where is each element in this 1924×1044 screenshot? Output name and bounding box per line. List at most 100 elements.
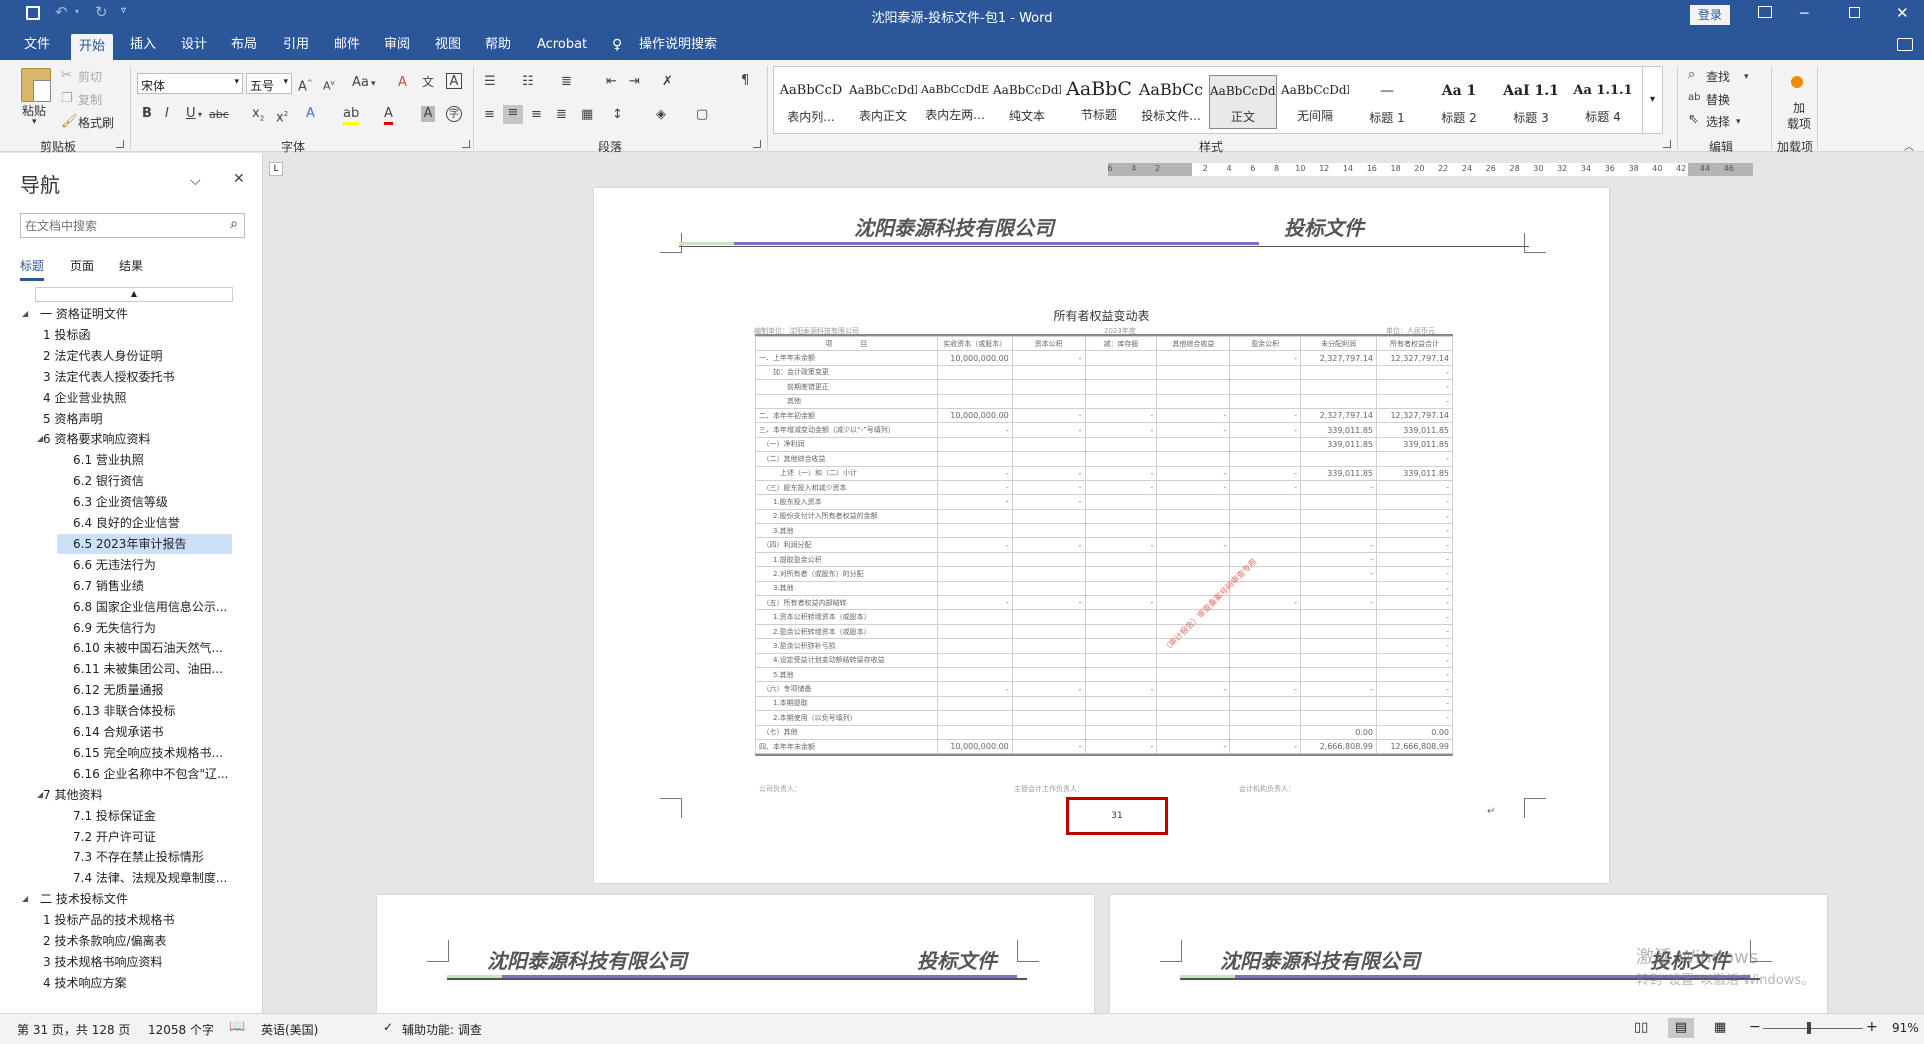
horizontal-ruler[interactable]: 6 4 2 2 4 6 8 10 12 14 16 18 20 22 24 26 28 30 32 34 36 38 40 4…: [1107, 163, 1753, 176]
phonetic-guide-icon[interactable]: 文: [422, 74, 434, 90]
chevron-down-icon[interactable]: ▾: [198, 107, 202, 123]
increase-indent-icon[interactable]: ⇥: [629, 74, 640, 90]
tab-acrobat[interactable]: Acrobat: [537, 36, 587, 60]
chevron-down-icon[interactable]: ⌵: [190, 173, 201, 189]
chevron-down-icon[interactable]: ▾: [1736, 114, 1741, 130]
replace-button[interactable]: 替换: [1706, 91, 1730, 108]
borders-icon[interactable]: ▢: [696, 107, 708, 123]
tab-design[interactable]: 设计: [181, 36, 207, 60]
multilevel-list-icon[interactable]: ≣: [561, 74, 572, 90]
collapse-triangle-icon[interactable]: ◢: [22, 304, 28, 324]
bold-icon[interactable]: B: [142, 106, 152, 122]
character-border-icon[interactable]: A: [446, 73, 462, 89]
tab-references[interactable]: 引用: [283, 36, 309, 60]
tell-me-search[interactable]: 操作说明搜索: [639, 36, 717, 60]
style-item[interactable]: AaBbCcDdI 纯文本: [993, 75, 1061, 129]
strikethrough-icon[interactable]: abc: [209, 107, 229, 123]
style-item[interactable]: AaBbCc 投标文件...: [1137, 75, 1205, 129]
style-item[interactable]: AaBbCcDdI 表内正文: [849, 75, 917, 129]
tab-selector[interactable]: L: [269, 162, 283, 176]
tab-home[interactable]: 开始: [71, 34, 114, 60]
format-painter-button[interactable]: 格式刷: [78, 114, 114, 131]
style-item[interactable]: Aa 1.1.1 标题 4: [1569, 75, 1637, 129]
shading-icon[interactable]: ◈: [656, 107, 666, 123]
underline-icon[interactable]: U: [186, 106, 196, 122]
tab-review[interactable]: 审阅: [384, 36, 410, 60]
align-center-icon[interactable]: ≡: [503, 105, 523, 124]
paste-dropdown-icon[interactable]: ▾: [32, 117, 37, 127]
paragraph-launcher-icon[interactable]: [753, 140, 761, 148]
tab-insert[interactable]: 插入: [130, 36, 156, 60]
accessibility-status[interactable]: 辅助功能: 调查: [402, 1021, 482, 1038]
nav-heading-item[interactable]: 6.5 2023年审计报告: [57, 533, 232, 554]
style-item[interactable]: AaI 1.1 标题 3: [1497, 75, 1565, 129]
font-launcher-icon[interactable]: [462, 140, 470, 148]
zoom-slider[interactable]: [1763, 1022, 1863, 1034]
nav-scroll-up[interactable]: ▲: [35, 287, 233, 302]
cut-button[interactable]: 剪切: [78, 68, 102, 85]
tab-help[interactable]: 帮助: [485, 36, 511, 60]
tab-mailings[interactable]: 邮件: [334, 36, 360, 60]
language[interactable]: 英语(美国): [261, 1021, 318, 1038]
styles-launcher-icon[interactable]: [1663, 140, 1671, 148]
close-icon[interactable]: ✕: [1896, 4, 1909, 22]
nav-search-input[interactable]: [25, 217, 210, 234]
distributed-icon[interactable]: ▦: [581, 107, 593, 123]
show-marks-icon[interactable]: ¶: [741, 73, 749, 89]
addins-button[interactable]: 加 载项: [1787, 100, 1811, 132]
subscript-icon[interactable]: x2: [252, 106, 264, 127]
nav-search-box[interactable]: ⌕: [20, 213, 245, 238]
copy-button[interactable]: 复制: [78, 91, 102, 108]
tab-headings[interactable]: 标题: [20, 257, 45, 281]
web-layout-icon[interactable]: ▦: [1714, 1020, 1726, 1035]
styles-scroll-icon[interactable]: ▾: [1642, 67, 1662, 133]
enclose-characters-icon[interactable]: 字: [446, 106, 462, 122]
zoom-in-icon[interactable]: +: [1866, 1019, 1878, 1035]
minimize-icon[interactable]: ─: [1800, 6, 1808, 22]
tab-view[interactable]: 视图: [435, 36, 461, 60]
character-shading-icon[interactable]: A: [421, 106, 435, 122]
comments-icon[interactable]: [1897, 38, 1913, 51]
superscript-icon[interactable]: x2: [276, 106, 288, 126]
shrink-font-icon[interactable]: Av: [323, 75, 335, 95]
tab-results[interactable]: 结果: [119, 257, 143, 274]
style-item-selected[interactable]: AaBbCcDdI 正文: [1209, 75, 1277, 129]
numbering-icon[interactable]: ☷: [522, 74, 534, 90]
read-mode-icon[interactable]: ▯▯: [1634, 1020, 1648, 1035]
zoom-slider-thumb[interactable]: [1807, 1022, 1811, 1034]
style-item[interactable]: Aa 1 标题 2: [1425, 75, 1493, 129]
justify-icon[interactable]: ≣: [556, 107, 567, 123]
decrease-indent-icon[interactable]: ⇤: [606, 74, 617, 90]
bullets-icon[interactable]: ☰: [484, 74, 496, 90]
style-item[interactable]: AaBbC 节标题: [1065, 75, 1133, 129]
ribbon-display-icon[interactable]: [1758, 6, 1772, 18]
align-right-icon[interactable]: ≡: [531, 107, 542, 123]
style-item[interactable]: AaBbCcD 表内列...: [777, 75, 845, 129]
chinese-layout-icon[interactable]: ✗: [662, 74, 673, 90]
collapse-triangle-icon[interactable]: ◢: [22, 889, 28, 909]
search-icon[interactable]: ⌕: [230, 216, 238, 232]
close-icon[interactable]: ✕: [233, 171, 245, 187]
zoom-level[interactable]: 91%: [1892, 1021, 1919, 1035]
font-name-select[interactable]: 宋体 ▾: [137, 73, 243, 94]
tab-layout[interactable]: 布局: [231, 36, 257, 60]
clipboard-launcher-icon[interactable]: [116, 140, 124, 148]
style-item[interactable]: AaBbCcDdI 无间隔: [1281, 75, 1349, 129]
page-number-box[interactable]: 31: [1066, 797, 1168, 835]
tab-file[interactable]: 文件: [24, 36, 50, 60]
print-layout-icon[interactable]: ▤: [1668, 1018, 1694, 1038]
align-left-icon[interactable]: ≡: [484, 107, 495, 123]
login-button[interactable]: 登录: [1690, 5, 1730, 25]
find-button[interactable]: 查找: [1706, 68, 1730, 85]
style-item[interactable]: AaBbCcDdEe 表内左两...: [921, 75, 989, 129]
word-count[interactable]: 12058 个字: [148, 1021, 214, 1038]
proofing-icon[interactable]: 📖: [229, 1019, 245, 1034]
change-case-icon[interactable]: Aa: [352, 75, 369, 91]
italic-icon[interactable]: I: [165, 106, 169, 122]
line-spacing-icon[interactable]: ↕: [612, 107, 623, 123]
font-size-select[interactable]: 五号 ▾: [246, 73, 292, 94]
zoom-out-icon[interactable]: −: [1749, 1019, 1761, 1035]
select-button[interactable]: 选择: [1706, 113, 1730, 130]
restore-icon[interactable]: [1849, 7, 1860, 18]
chevron-down-icon[interactable]: ▾: [371, 76, 376, 92]
